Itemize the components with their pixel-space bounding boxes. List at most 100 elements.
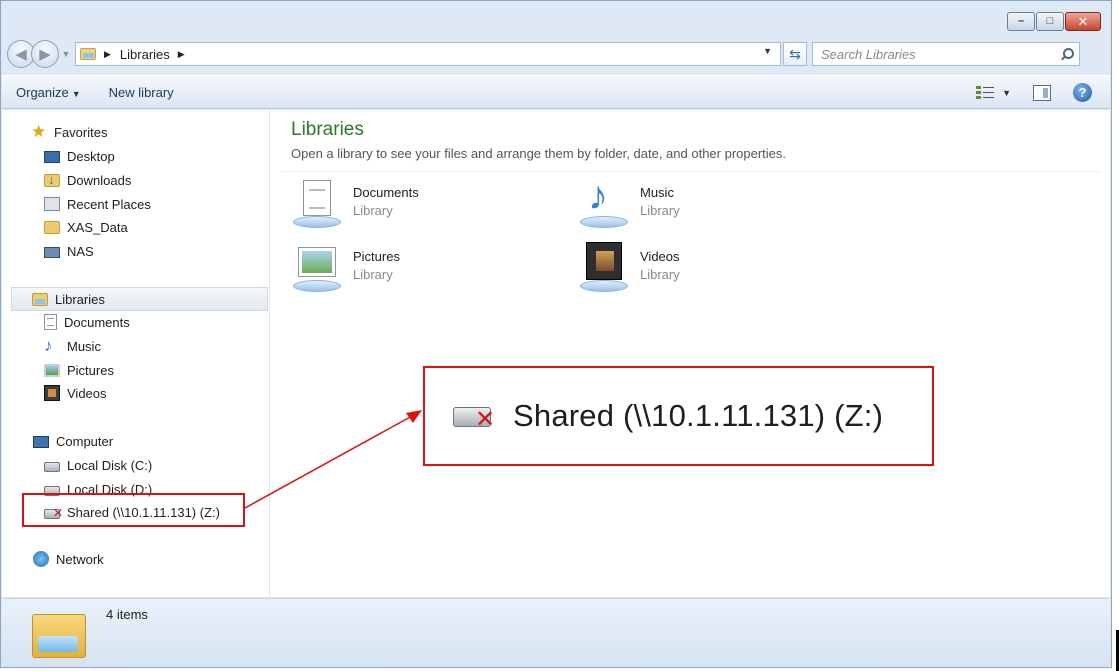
address-dropdown-icon[interactable]: ▼ — [763, 46, 772, 56]
close-icon: ✕ — [1077, 14, 1089, 29]
status-bar: 4 items — [2, 598, 1110, 667]
command-bar: Organize ▼ New library ▼ ? — [2, 75, 1110, 109]
music-icon: ♪ — [44, 336, 53, 355]
network-icon — [33, 551, 49, 567]
sidebar-item-label: Documents — [64, 314, 130, 330]
page-title: Libraries — [291, 119, 364, 140]
minimize-icon: – — [1017, 15, 1025, 27]
highlight-box — [22, 493, 245, 527]
sidebar-item-label: Music — [67, 338, 101, 354]
libraries-folder-icon — [80, 48, 96, 60]
music-library-icon: ♪ — [578, 174, 632, 230]
sidebar-favorites[interactable]: ★ Favorites — [2, 120, 269, 144]
sidebar-item-nas[interactable]: NAS — [2, 239, 269, 263]
sidebar-computer[interactable]: Computer — [2, 429, 269, 453]
navigation-bar: ◀ ▶ ▼ ▶ Libraries ▶ ▼ ⇆ Search Libraries — [7, 39, 1103, 69]
sidebar-item-label: Videos — [67, 385, 107, 401]
item-count: 4 items — [106, 607, 148, 622]
desktop-icon — [44, 151, 60, 163]
sidebar-item-label: NAS — [67, 243, 94, 259]
sidebar-item-desktop[interactable]: Desktop — [2, 144, 269, 168]
sidebar-network-label: Network — [56, 551, 104, 567]
search-icon[interactable] — [1060, 47, 1074, 61]
maximize-icon: □ — [1046, 15, 1054, 27]
library-tile-videos[interactable]: Videos Library — [578, 242, 838, 298]
close-button[interactable]: ✕ — [1065, 12, 1101, 31]
search-box[interactable]: Search Libraries — [812, 42, 1080, 66]
downloads-folder-icon — [44, 172, 60, 187]
sidebar-item-music[interactable]: ♪ Music — [2, 334, 269, 358]
sidebar-libraries-label: Libraries — [55, 291, 105, 307]
sidebar-item-local-disk-c[interactable]: Local Disk (C:) — [2, 453, 269, 477]
preview-pane-icon[interactable] — [1033, 84, 1051, 101]
back-arrow-icon: ◀ — [15, 46, 27, 63]
breadcrumb-separator-icon[interactable]: ▶ — [104, 49, 111, 60]
sidebar-item-label: Desktop — [67, 148, 115, 164]
new-library-button[interactable]: New library — [95, 85, 188, 100]
chevron-down-icon: ▼ — [71, 88, 81, 99]
folder-icon — [44, 220, 60, 234]
library-name: Videos — [640, 249, 680, 264]
maximize-button[interactable]: □ — [1036, 12, 1064, 31]
sidebar-libraries[interactable]: Libraries — [11, 287, 268, 311]
explorer-window: – □ ✕ ◀ ▶ ▼ ▶ Libraries ▶ ▼ ⇆ Search Lib… — [0, 0, 1112, 668]
disconnected-network-drive-icon — [453, 401, 495, 434]
network-computer-icon — [44, 246, 60, 258]
forward-button[interactable]: ▶ — [31, 40, 59, 68]
sidebar-item-label: Recent Places — [67, 196, 151, 212]
sidebar-item-label: Downloads — [67, 172, 132, 188]
caption-buttons: – □ ✕ — [1006, 12, 1101, 31]
pictures-icon — [44, 363, 60, 377]
library-tile-pictures[interactable]: Pictures Library — [291, 242, 551, 298]
organize-label: Organize — [16, 84, 69, 100]
library-tile-documents[interactable]: Documents Library — [291, 178, 551, 234]
videos-icon — [44, 385, 60, 401]
sidebar-item-documents[interactable]: Documents — [2, 310, 269, 334]
sidebar-item-label: Local Disk (C:) — [67, 457, 153, 473]
library-tile-music[interactable]: ♪ Music Library — [578, 174, 838, 234]
recent-pages-dropdown[interactable]: ▼ — [59, 49, 73, 59]
libraries-icon — [32, 292, 48, 306]
sidebar-item-label: XAS_Data — [67, 219, 128, 235]
forward-arrow-icon: ▶ — [39, 46, 51, 63]
library-kind: Library — [353, 267, 393, 282]
videos-library-icon — [578, 242, 632, 294]
sidebar-item-pictures[interactable]: Pictures — [2, 358, 269, 382]
star-icon: ★ — [31, 122, 47, 141]
sidebar-favorites-label: Favorites — [54, 124, 108, 140]
view-controls: ▼ ? — [976, 83, 1092, 102]
pictures-library-icon — [291, 242, 345, 294]
breadcrumb-libraries[interactable]: Libraries — [120, 47, 170, 62]
address-bar[interactable]: ▶ Libraries ▶ ▼ — [75, 42, 781, 66]
library-name: Pictures — [353, 249, 400, 264]
change-view-icon[interactable] — [976, 85, 995, 100]
computer-icon — [33, 436, 49, 448]
library-name: Documents — [353, 185, 419, 200]
help-icon[interactable]: ? — [1073, 83, 1092, 102]
library-name: Music — [640, 185, 674, 200]
library-kind: Library — [353, 203, 393, 218]
documents-icon — [44, 314, 57, 330]
organize-button[interactable]: Organize ▼ — [2, 85, 95, 100]
refresh-button[interactable]: ⇆ — [783, 42, 807, 66]
main-pane: Libraries Open a library to see your fil… — [271, 110, 1110, 597]
sidebar-item-label: Pictures — [67, 362, 114, 378]
recent-places-icon — [44, 197, 60, 211]
search-input[interactable]: Search Libraries — [821, 47, 916, 62]
documents-library-icon — [291, 178, 345, 230]
divider — [281, 171, 1100, 172]
sidebar-item-videos[interactable]: Videos — [2, 381, 269, 405]
view-options-dropdown-icon[interactable]: ▼ — [1002, 88, 1011, 98]
sidebar-network[interactable]: Network — [2, 547, 269, 571]
minimize-button[interactable]: – — [1007, 12, 1035, 31]
page-subtitle: Open a library to see your files and arr… — [291, 146, 787, 161]
hard-disk-icon — [44, 462, 60, 472]
sidebar-computer-label: Computer — [56, 433, 114, 449]
sidebar-item-xas-data[interactable]: XAS_Data — [2, 215, 269, 239]
sidebar-item-recent-places[interactable]: Recent Places — [2, 192, 269, 216]
breadcrumb-separator-icon[interactable]: ▶ — [178, 49, 185, 60]
sidebar-item-downloads[interactable]: Downloads — [2, 168, 269, 192]
library-kind: Library — [640, 267, 680, 282]
zoom-callout: Shared (\\10.1.11.131) (Z:) — [423, 366, 934, 466]
callout-label: Shared (\\10.1.11.131) (Z:) — [513, 398, 884, 433]
